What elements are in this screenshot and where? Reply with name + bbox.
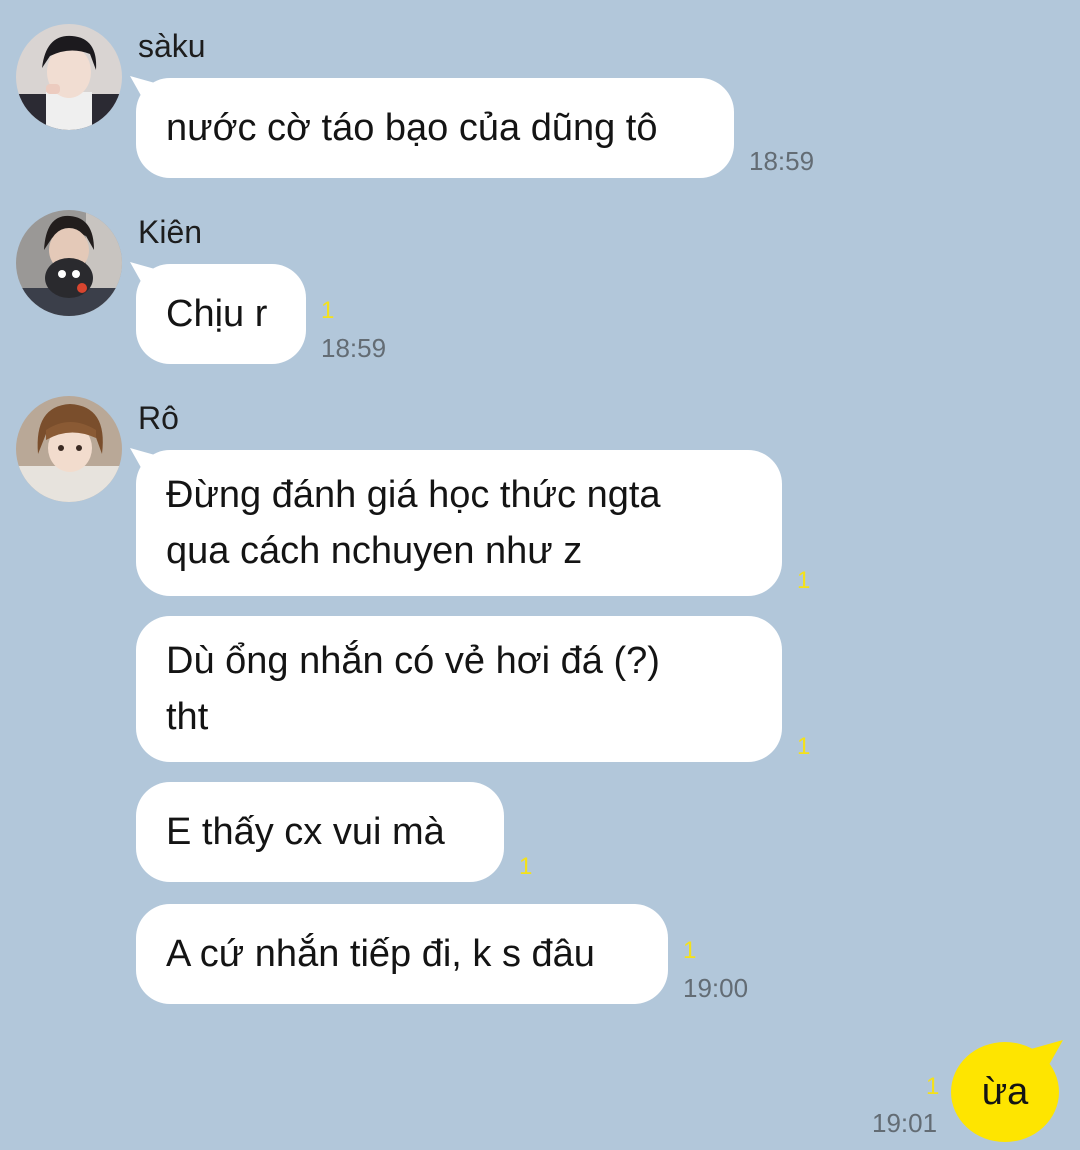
unread-count: 1 [797,567,811,594]
my-message-text: ừa [981,1070,1029,1113]
profile-photo-icon [16,396,122,502]
message-bubble[interactable]: Dù ổng nhắn có vẻ hơi đá (?) tht [136,616,782,762]
message-timestamp: 19:01 [872,1108,938,1138]
message-text: Đừng đánh giá học thức ngta [166,474,661,516]
profile-photo-icon [16,24,122,130]
message-bubble[interactable]: E thấy cx vui mà [136,782,504,882]
message-text: nước cờ táo bạo của dũng tô [166,107,658,149]
message-bubble[interactable]: nước cờ táo bạo của dũng tô [136,78,734,178]
message-text: Chịu r [166,293,268,335]
unread-count: 1 [519,853,533,880]
avatar-saku[interactable] [16,24,122,130]
profile-photo-icon [16,210,122,316]
message-text: E thấy cx vui mà [166,811,445,853]
unread-count: 1 [797,733,811,760]
message-bubble[interactable]: Chịu r [136,264,306,364]
sender-name: Rô [138,400,179,436]
unread-count: 1 [926,1073,940,1100]
avatar-kien[interactable] [16,210,122,316]
message-text: qua cách nchuyen như z [166,530,583,572]
message-text: A cứ nhắn tiếp đi, k s đâu [166,933,595,975]
message-timestamp: 18:59 [749,146,815,176]
sender-name: Kiên [138,214,203,250]
message-text: Dù ổng nhắn có vẻ hơi đá (?) [166,640,660,682]
message-bubble[interactable]: Đừng đánh giá học thức ngta qua cách nch… [136,450,782,596]
unread-count: 1 [683,937,697,964]
message-timestamp: 18:59 [321,333,387,363]
unread-count: 1 [321,297,335,324]
sender-name: sàku [138,28,206,64]
message-timestamp: 19:00 [683,973,749,1003]
my-message-bubble[interactable]: ừa [951,1042,1059,1142]
message-bubble[interactable]: A cứ nhắn tiếp đi, k s đâu [136,904,668,1004]
avatar-ro[interactable] [16,396,122,502]
message-text: tht [166,696,209,738]
